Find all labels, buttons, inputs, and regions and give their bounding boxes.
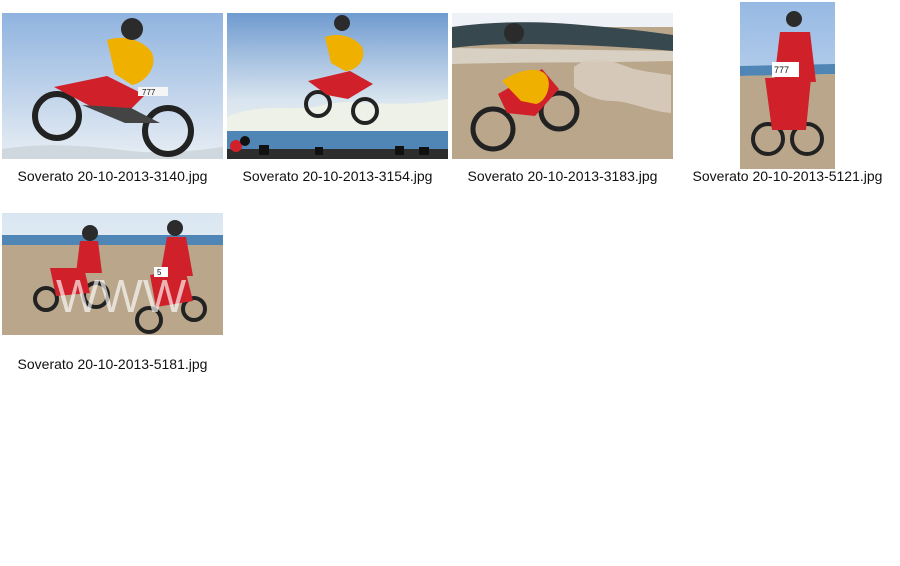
file-caption-1[interactable]: Soverato 20-10-2013-3140.jpg <box>0 168 225 184</box>
file-caption-4[interactable]: Soverato 20-10-2013-5121.jpg <box>675 168 900 184</box>
photo-thumbnail-2[interactable] <box>227 13 448 159</box>
file-caption-2[interactable]: Soverato 20-10-2013-3154.jpg <box>225 168 450 184</box>
number-plate-1: 777 <box>142 88 156 97</box>
photo-thumbnail-3[interactable] <box>452 13 673 159</box>
photo-thumbnail-1[interactable]: 777 <box>2 13 223 159</box>
photo-thumbnail-4[interactable]: 777 <box>740 2 835 169</box>
number-plate-2: 777 <box>774 65 789 75</box>
file-caption-3[interactable]: Soverato 20-10-2013-3183.jpg <box>450 168 675 184</box>
watermark-text: WWW <box>56 270 187 322</box>
photo-thumbnail-5[interactable]: 5 WWW <box>2 213 223 335</box>
file-caption-5[interactable]: Soverato 20-10-2013-5181.jpg <box>0 356 225 372</box>
